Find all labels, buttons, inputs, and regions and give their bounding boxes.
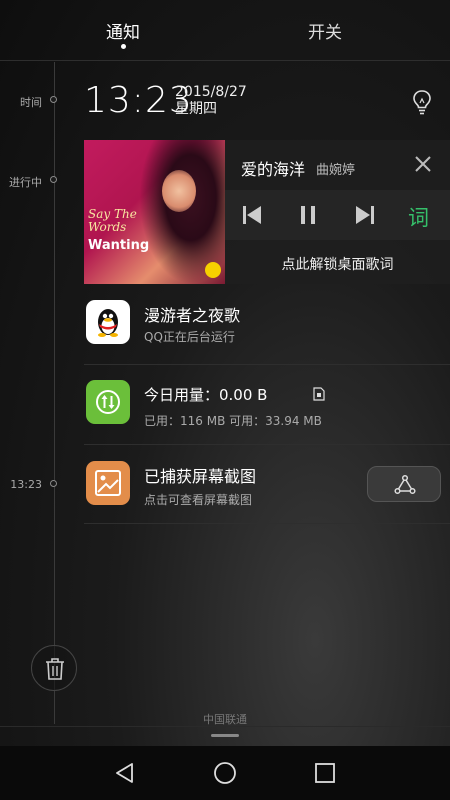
data-usage-notification[interactable]: 今日用量：0.00 B 已用：116 MB 可用：33.94 MB: [84, 365, 450, 445]
data-usage-title: 今日用量：0.00 B: [144, 386, 268, 404]
data-transfer-icon: [86, 380, 130, 424]
divider: [84, 523, 450, 524]
timeline-label-screenshot-time: 13:23: [10, 478, 42, 491]
recents-icon[interactable]: [313, 761, 337, 785]
qq-music-icon: [205, 262, 221, 278]
divider: [0, 726, 450, 727]
share-icon: [394, 474, 416, 495]
song-artist: 曲婉婷: [316, 163, 356, 178]
bulb-icon[interactable]: [410, 88, 434, 116]
divider: [0, 60, 450, 61]
prev-icon[interactable]: [240, 203, 264, 227]
clear-all-button[interactable]: [31, 645, 77, 691]
navigation-bar: [0, 746, 450, 800]
drag-handle[interactable]: [211, 734, 239, 737]
music-notification[interactable]: Say The Words Wanting 爱的海洋 曲婉婷 词 点此解锁桌面歌…: [84, 140, 450, 284]
qq-title: 漫游者之夜歌: [144, 306, 241, 325]
qq-subtitle: QQ正在后台运行: [144, 330, 235, 344]
album-art-title: Say The Words: [88, 207, 137, 234]
timeline-dot: [50, 480, 57, 487]
lyrics-button[interactable]: 词: [408, 202, 429, 232]
playback-controls: 词: [225, 190, 450, 240]
carrier-label: 中国联通: [203, 713, 247, 726]
timeline-dot: [50, 176, 57, 183]
next-icon[interactable]: [353, 203, 377, 227]
album-art: Say The Words Wanting: [84, 140, 225, 284]
clock-date: 2015/8/27 星期四: [175, 84, 247, 118]
qq-penguin-icon: [86, 300, 130, 344]
trash-icon: [46, 658, 64, 680]
album-art-face: [162, 170, 196, 212]
date-text: 2015/8/27: [175, 84, 247, 100]
sim-icon: [313, 387, 325, 401]
pause-icon[interactable]: [296, 203, 320, 227]
weekday-text: 星期四: [175, 101, 217, 117]
tab-toggles[interactable]: 开关: [308, 18, 342, 43]
top-tabs: 通知 开关: [0, 0, 450, 58]
share-button[interactable]: [367, 466, 441, 502]
image-icon: [86, 461, 130, 505]
unlock-lyrics-button[interactable]: 点此解锁桌面歌词: [225, 254, 450, 274]
data-usage-subtitle: 已用：116 MB 可用：33.94 MB: [144, 414, 322, 428]
timeline-label-time: 时间: [20, 96, 42, 109]
timeline-line: [54, 62, 55, 724]
tab-notifications[interactable]: 通知: [106, 18, 140, 43]
timeline-dot: [50, 96, 57, 103]
qq-notification[interactable]: 漫游者之夜歌 QQ正在后台运行: [84, 286, 450, 366]
screenshot-notification[interactable]: 已捕获屏幕截图 点击可查看屏幕截图: [84, 445, 450, 525]
album-art-artist: Wanting: [88, 238, 150, 253]
screenshot-subtitle: 点击可查看屏幕截图: [144, 493, 253, 507]
timeline-label-ongoing: 进行中: [9, 176, 42, 189]
back-icon[interactable]: [113, 761, 137, 785]
home-icon[interactable]: [213, 761, 237, 785]
screenshot-title: 已捕获屏幕截图: [144, 467, 257, 486]
song-title: 爱的海洋: [241, 160, 306, 179]
tab-indicator-dot: [121, 44, 126, 49]
close-icon[interactable]: [413, 154, 433, 174]
music-controls-panel: 爱的海洋 曲婉婷 词 点此解锁桌面歌词: [225, 140, 450, 284]
